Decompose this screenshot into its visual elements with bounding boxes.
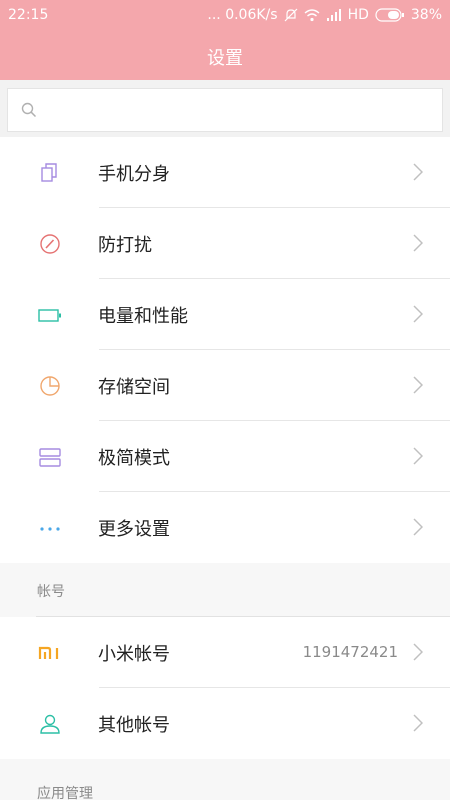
search-area [0,80,450,140]
simple-mode-icon [38,445,62,469]
person-icon [38,712,62,736]
mute-bell-icon [284,8,298,22]
page-title: 设置 [207,48,243,69]
battery-percent: 38% [410,7,442,23]
settings-item-battery[interactable]: 电量和性能 [0,279,450,350]
account-item-mi[interactable]: 小米帐号 1191472421 [0,617,450,688]
header-bar: 22:15 ... 0.06K/s HD 38% 设置 [0,0,450,80]
account-item-label: 小米帐号 [98,644,170,665]
chevron-right-icon [413,643,424,665]
section-title: 应用管理 [37,786,93,800]
status-indicators: ... 0.06K/s HD 38% [207,7,442,23]
status-bar: 22:15 ... 0.06K/s HD 38% [0,0,450,32]
storage-pie-icon [38,374,62,398]
network-speed: ... 0.06K/s [207,7,278,23]
chevron-right-icon [413,714,424,736]
settings-list: 手机分身 防打扰 电量和性能 存储空间 极简模式 更多设置 [0,137,450,563]
status-time: 22:15 [8,7,49,23]
wifi-icon [304,8,320,22]
settings-item-storage[interactable]: 存储空间 [0,350,450,421]
chevron-right-icon [413,163,424,185]
signal-icon [326,9,342,21]
settings-item-label: 电量和性能 [98,306,188,327]
settings-item-simple-mode[interactable]: 极简模式 [0,421,450,492]
more-dots-icon [38,516,62,540]
section-header-app-management: 应用管理 [0,759,450,800]
mi-logo-icon [38,641,62,665]
search-box[interactable] [7,88,443,132]
settings-item-label: 手机分身 [98,164,170,185]
network-type: HD [347,7,369,23]
battery-icon [38,303,62,327]
chevron-right-icon [413,376,424,398]
dual-apps-icon [38,161,62,185]
chevron-right-icon [413,305,424,327]
settings-item-label: 更多设置 [98,519,170,540]
settings-item-label: 存储空间 [98,377,170,398]
chevron-right-icon [413,234,424,256]
section-title: 帐号 [37,584,65,600]
account-item-other[interactable]: 其他帐号 [0,688,450,759]
settings-item-dual-apps[interactable]: 手机分身 [0,137,450,208]
search-input[interactable] [48,89,438,131]
chevron-right-icon [413,518,424,540]
battery-status-icon [375,8,405,22]
accounts-list: 小米帐号 1191472421 其他帐号 [0,617,450,759]
section-header-accounts: 帐号 [0,563,450,617]
settings-item-do-not-disturb[interactable]: 防打扰 [0,208,450,279]
settings-item-label: 极简模式 [98,448,170,469]
do-not-disturb-icon [38,232,62,256]
settings-item-more[interactable]: 更多设置 [0,492,450,563]
account-item-label: 其他帐号 [98,715,170,736]
account-id: 1191472421 [302,643,398,661]
chevron-right-icon [413,447,424,469]
settings-item-label: 防打扰 [98,235,152,256]
